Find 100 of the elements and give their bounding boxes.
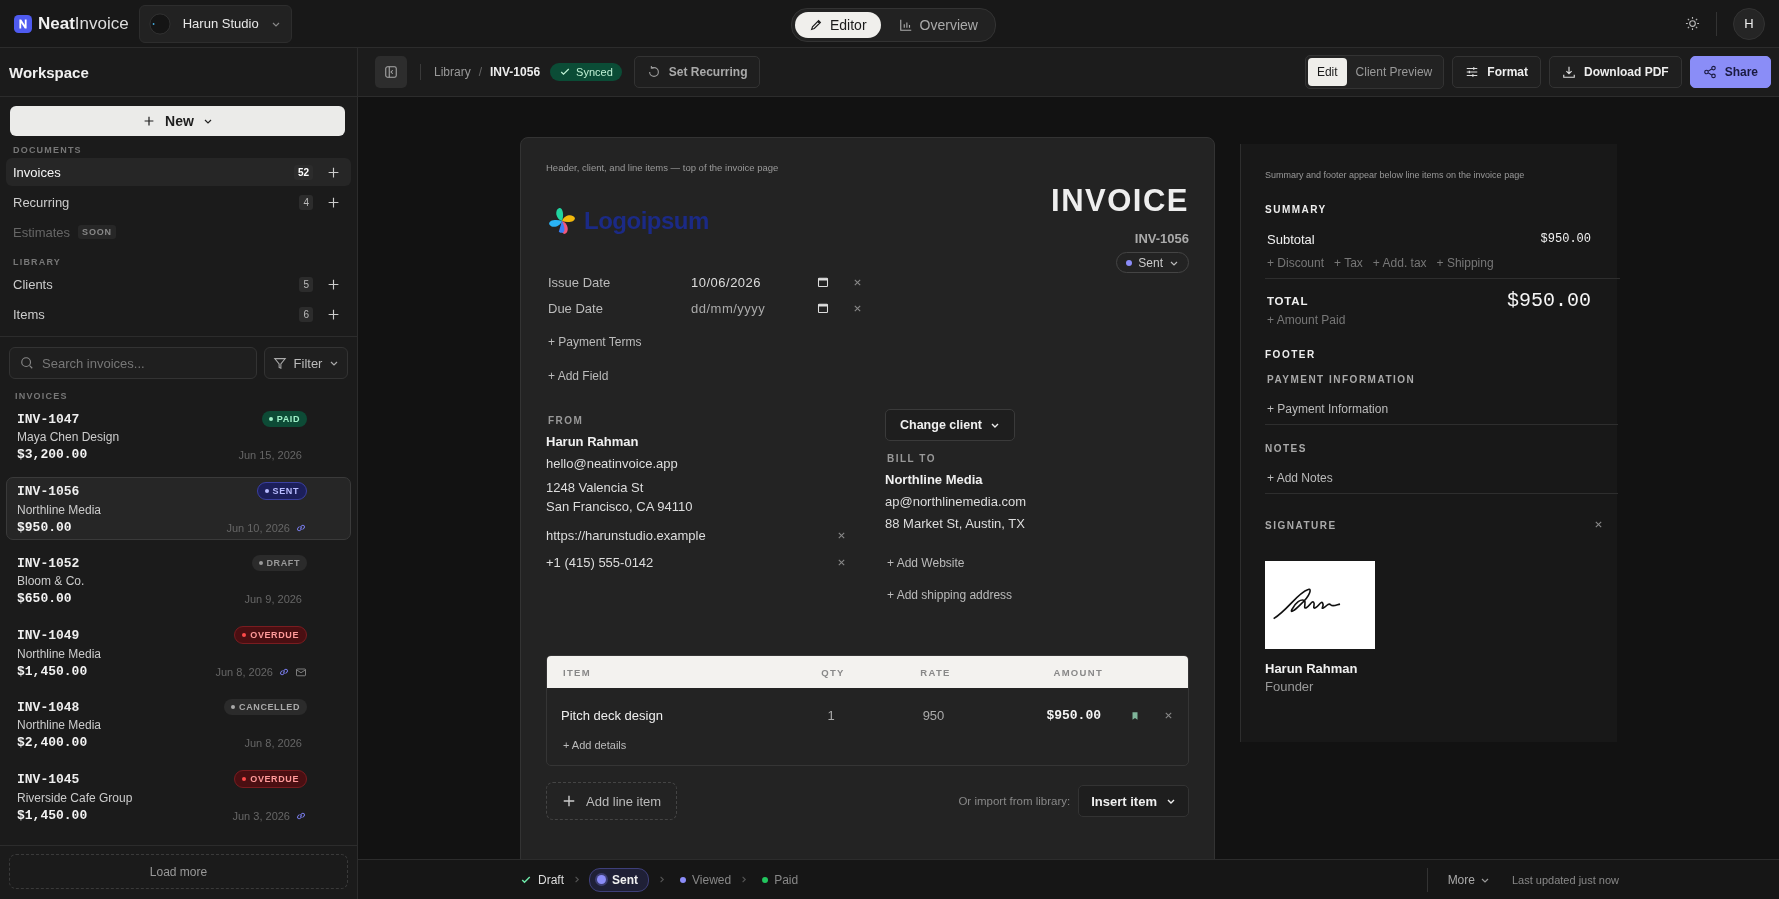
workspace-switcher[interactable]: Harun Studio bbox=[138, 4, 292, 43]
date-label: Issue Date bbox=[548, 274, 612, 290]
mode-tab[interactable]: Client Preview bbox=[1346, 58, 1442, 86]
status-badge: PAID bbox=[261, 411, 307, 427]
nav-item[interactable]: Invoices 52 bbox=[6, 158, 351, 186]
invoice-amount: $1,450.00 bbox=[17, 664, 88, 679]
workflow-step[interactable]: Paid bbox=[762, 868, 799, 891]
sun-icon[interactable] bbox=[1685, 16, 1700, 31]
insert-item-button[interactable]: Insert item bbox=[1078, 785, 1189, 817]
plus-icon[interactable] bbox=[327, 277, 340, 291]
plus-icon bbox=[562, 794, 576, 808]
add-link[interactable]: + Payment Information bbox=[1265, 402, 1618, 416]
invoice-list-item[interactable]: INV-1048 CANCELLED Northline Media $2,400.00 Jun 8, 2026 bbox=[6, 693, 351, 756]
rotate-icon bbox=[646, 65, 661, 79]
new-button[interactable]: New bbox=[10, 106, 345, 136]
add-line-item-button[interactable]: Add line item bbox=[546, 782, 678, 820]
workflow-step[interactable]: Draft bbox=[520, 868, 564, 891]
nav-item[interactable]: Items 6 bbox=[6, 300, 351, 328]
bar-chart-icon bbox=[898, 18, 913, 32]
column-header: QTY bbox=[820, 666, 846, 678]
workflow-step[interactable]: Sent bbox=[589, 867, 650, 892]
client-name: Northline Media bbox=[885, 472, 984, 487]
add-link[interactable]: + Shipping bbox=[1436, 256, 1494, 270]
search-field[interactable]: Search invoices... bbox=[9, 347, 257, 379]
status-badge: DRAFT bbox=[251, 555, 307, 571]
close-icon[interactable] bbox=[853, 303, 862, 313]
sidebar-toggle-button[interactable] bbox=[375, 56, 407, 88]
plus-icon[interactable] bbox=[327, 165, 340, 179]
nav-label: Invoices bbox=[13, 164, 61, 180]
invoice-date: Jun 3, 2026 bbox=[232, 809, 290, 822]
nav-item[interactable]: Recurring 4 bbox=[6, 188, 351, 216]
breadcrumb-link[interactable]: Library bbox=[434, 65, 471, 79]
client-email: ap@northlinemedia.com bbox=[885, 494, 1027, 509]
user-avatar[interactable]: H bbox=[1733, 7, 1765, 40]
add-link[interactable]: + Add shipping address bbox=[885, 579, 1027, 611]
filter-button[interactable]: Filter bbox=[264, 347, 348, 379]
add-link[interactable]: + Tax bbox=[1334, 256, 1363, 270]
count-badge: 5 bbox=[299, 276, 313, 292]
pinwheel-logo-icon bbox=[546, 205, 578, 237]
import-label: Or import from library: bbox=[958, 795, 1071, 807]
invoice-amount: $1,450.00 bbox=[17, 808, 88, 823]
load-more-button[interactable]: Load more bbox=[9, 854, 348, 889]
change-client-button[interactable]: Change client bbox=[885, 409, 1015, 441]
count-badge: 52 bbox=[293, 164, 313, 180]
status-badge: OVERDUE bbox=[234, 770, 307, 788]
set-recurring-button[interactable]: Set Recurring bbox=[633, 56, 761, 88]
close-icon[interactable] bbox=[853, 277, 862, 287]
pencil-icon bbox=[809, 18, 823, 32]
client-name: Bloom & Co. bbox=[17, 574, 86, 588]
calendar-icon[interactable] bbox=[817, 302, 829, 314]
date-field[interactable]: dd/mm/yyyy bbox=[691, 300, 811, 316]
invoice-list-item[interactable]: INV-1045 OVERDUE Riverside Cafe Group $1,450.00 Jun 3, 2026 bbox=[6, 765, 351, 828]
sync-status-badge: Synced bbox=[550, 63, 622, 81]
breadcrumb-current: INV-1056 bbox=[490, 65, 541, 79]
section-heading: NOTES bbox=[1265, 443, 1308, 454]
chevron-right-icon bbox=[739, 875, 749, 884]
add-link[interactable]: + Add Field bbox=[546, 359, 1189, 393]
brand-name: NeatInvoice bbox=[38, 13, 129, 34]
client-name: Riverside Cafe Group bbox=[17, 791, 134, 805]
more-button[interactable]: More bbox=[1447, 872, 1490, 887]
invoice-date: Jun 10, 2026 bbox=[226, 521, 290, 534]
add-details-link[interactable]: + Add details bbox=[561, 723, 1188, 759]
add-link[interactable]: + Discount bbox=[1267, 256, 1325, 270]
plus-icon[interactable] bbox=[327, 195, 340, 209]
section-heading: INVOICES bbox=[14, 390, 69, 403]
view-tab[interactable]: Editor bbox=[795, 12, 881, 38]
close-icon[interactable] bbox=[837, 531, 846, 540]
add-link[interactable]: + Add Website bbox=[885, 547, 1027, 579]
total-label: TOTAL bbox=[1267, 294, 1309, 307]
column-header: RATE bbox=[919, 666, 952, 678]
format-button[interactable]: Format bbox=[1452, 56, 1541, 88]
view-tab[interactable]: Overview bbox=[884, 12, 992, 38]
column-header: AMOUNT bbox=[1052, 666, 1103, 678]
add-link[interactable]: + Add. tax bbox=[1372, 256, 1427, 270]
mode-tab[interactable]: Edit bbox=[1307, 58, 1347, 86]
invoice-number: INV-1056 bbox=[17, 483, 80, 499]
close-icon[interactable] bbox=[837, 558, 846, 567]
add-link[interactable]: + Amount Paid bbox=[1265, 313, 1592, 327]
add-link[interactable]: + Add Notes bbox=[1265, 471, 1618, 485]
client-name: Maya Chen Design bbox=[17, 430, 121, 444]
download-pdf-button[interactable]: Download PDF bbox=[1548, 56, 1682, 88]
date-field[interactable]: 10/06/2026 bbox=[691, 274, 811, 290]
nav-item[interactable]: Clients 5 bbox=[6, 270, 351, 298]
invoice-list-item[interactable]: INV-1049 OVERDUE Northline Media $1,450.00 Jun 8, 2026 bbox=[6, 621, 351, 684]
close-icon[interactable] bbox=[1163, 711, 1173, 720]
add-link[interactable]: + Payment Terms bbox=[546, 325, 1189, 359]
subtotal-value: $950.00 bbox=[1540, 232, 1591, 247]
share-button[interactable]: Share bbox=[1689, 56, 1771, 88]
column-header: ITEM bbox=[563, 666, 592, 678]
invoice-amount: $3,200.00 bbox=[17, 447, 88, 462]
close-icon[interactable] bbox=[1594, 520, 1603, 529]
invoice-amount: $2,400.00 bbox=[17, 735, 88, 750]
invoice-list-item[interactable]: INV-1047 PAID Maya Chen Design $3,200.00 Jun 15, 2026 bbox=[6, 405, 351, 468]
plus-icon[interactable] bbox=[327, 307, 340, 321]
invoice-list-item[interactable]: INV-1052 DRAFT Bloom & Co. $650.00 Jun 9, 2026 bbox=[6, 549, 351, 612]
chevron-right-icon bbox=[657, 875, 667, 884]
invoice-list-item[interactable]: INV-1056 SENT Northline Media $950.00 Jun 10, 2026 bbox=[6, 477, 351, 540]
invoice-title: INVOICE bbox=[1051, 183, 1189, 219]
calendar-icon[interactable] bbox=[817, 276, 829, 288]
workflow-step[interactable]: Viewed bbox=[680, 868, 732, 891]
